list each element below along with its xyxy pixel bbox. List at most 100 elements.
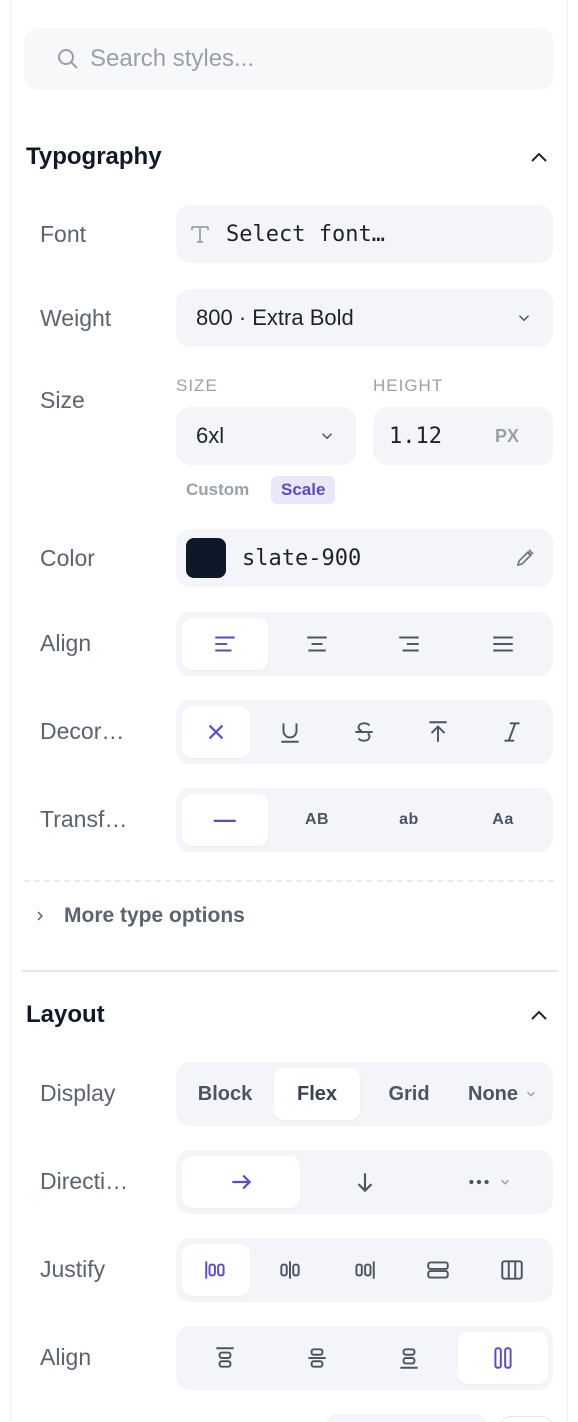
size-mode-scale[interactable]: Scale bbox=[271, 476, 336, 504]
lowercase-button[interactable]: ab bbox=[366, 794, 452, 846]
align-items-end-icon bbox=[400, 1348, 418, 1369]
align-items-start-button[interactable] bbox=[182, 1332, 268, 1384]
display-label: Display bbox=[40, 1080, 116, 1106]
search-field[interactable]: Search styles... bbox=[24, 28, 554, 90]
justify-around-button[interactable] bbox=[478, 1244, 546, 1296]
align-left-button[interactable] bbox=[182, 618, 268, 670]
align-right-button[interactable] bbox=[366, 618, 452, 670]
align-justify-icon bbox=[493, 636, 513, 652]
chevron-down-icon bbox=[500, 1179, 510, 1185]
arrow-down-icon bbox=[357, 1173, 373, 1193]
font-label: Font bbox=[40, 221, 87, 247]
justify-start-icon bbox=[205, 1261, 225, 1279]
justify-group bbox=[176, 1238, 553, 1302]
more-icon bbox=[469, 1179, 489, 1185]
height-sublabel: HEIGHT bbox=[373, 376, 444, 395]
chevron-up-icon[interactable] bbox=[527, 1004, 551, 1028]
strikethrough-button[interactable] bbox=[330, 706, 398, 758]
display-flex-button[interactable]: Flex bbox=[274, 1068, 360, 1120]
layout-title: Layout bbox=[26, 1001, 105, 1028]
align-items-stretch-button[interactable] bbox=[458, 1332, 548, 1384]
text-align-group bbox=[176, 612, 553, 676]
decoration-none-button[interactable] bbox=[182, 706, 250, 758]
overline-button[interactable] bbox=[404, 706, 472, 758]
font-select[interactable]: Select font… bbox=[176, 205, 553, 263]
size-select[interactable]: 6xl bbox=[176, 407, 356, 465]
align-items-end-button[interactable] bbox=[366, 1332, 452, 1384]
search-icon bbox=[58, 49, 78, 69]
section-divider bbox=[22, 970, 558, 972]
direction-group bbox=[176, 1150, 553, 1214]
transform-none-icon: — bbox=[213, 807, 237, 832]
align-items-label: Align bbox=[40, 1344, 92, 1370]
next-field-partial[interactable] bbox=[326, 1414, 486, 1422]
justify-around-icon bbox=[501, 1260, 523, 1280]
align-items-start-icon bbox=[216, 1347, 234, 1368]
next-control-partial[interactable] bbox=[500, 1416, 552, 1422]
font-value: Select font… bbox=[226, 221, 385, 247]
chevron-up-icon[interactable] bbox=[527, 146, 551, 170]
text-align-label: Align bbox=[40, 630, 92, 656]
close-icon bbox=[208, 724, 224, 740]
align-items-center-icon bbox=[308, 1348, 326, 1368]
align-items-stretch-icon bbox=[494, 1347, 512, 1369]
transform-none-button[interactable]: — bbox=[182, 794, 268, 846]
weight-select[interactable]: 800 · Extra Bold bbox=[176, 289, 553, 347]
display-none-dropdown[interactable]: None bbox=[458, 1068, 548, 1120]
uppercase-button[interactable]: AB bbox=[274, 794, 360, 846]
justify-center-button[interactable] bbox=[256, 1244, 324, 1296]
uppercase-icon: AB bbox=[304, 811, 330, 828]
text-type-icon bbox=[191, 226, 209, 243]
color-label: Color bbox=[40, 545, 95, 571]
justify-center-icon bbox=[280, 1261, 300, 1279]
align-justify-button[interactable] bbox=[458, 618, 548, 670]
more-type-options-toggle[interactable]: More type options bbox=[32, 904, 245, 928]
align-center-button[interactable] bbox=[274, 618, 360, 670]
align-left-icon bbox=[215, 636, 235, 652]
justify-between-icon bbox=[427, 1261, 449, 1279]
decoration-label: Decor… bbox=[40, 718, 125, 744]
justify-between-button[interactable] bbox=[404, 1244, 472, 1296]
size-value: 6xl bbox=[196, 423, 225, 448]
transform-group: — AB ab Aa bbox=[176, 788, 553, 852]
direction-row-button[interactable] bbox=[182, 1156, 300, 1208]
direction-more-dropdown[interactable] bbox=[430, 1156, 548, 1208]
display-group: Block Flex Grid None bbox=[176, 1062, 553, 1126]
capitalize-icon: Aa bbox=[492, 811, 514, 828]
display-grid-button[interactable]: Grid bbox=[366, 1068, 452, 1120]
color-field[interactable]: slate-900 bbox=[176, 529, 553, 587]
height-value: 1.12 bbox=[389, 423, 442, 449]
height-input[interactable]: 1.12 PX bbox=[373, 407, 553, 465]
transform-label: Transf… bbox=[40, 806, 128, 832]
color-swatch[interactable] bbox=[186, 538, 226, 578]
lowercase-icon: ab bbox=[399, 811, 419, 828]
size-mode-custom[interactable]: Custom bbox=[176, 476, 259, 504]
justify-end-icon bbox=[355, 1261, 375, 1279]
direction-column-button[interactable] bbox=[306, 1156, 424, 1208]
italic-icon bbox=[504, 722, 520, 742]
justify-end-button[interactable] bbox=[330, 1244, 398, 1296]
justify-label: Justify bbox=[40, 1256, 106, 1282]
height-unit: PX bbox=[494, 425, 519, 446]
search-placeholder: Search styles... bbox=[90, 45, 255, 72]
justify-start-button[interactable] bbox=[182, 1244, 250, 1296]
underline-icon bbox=[281, 723, 299, 743]
align-center-icon bbox=[307, 636, 327, 652]
more-type-options-label: More type options bbox=[64, 904, 245, 927]
display-none-label: None bbox=[468, 1082, 518, 1105]
decoration-group bbox=[176, 700, 553, 764]
display-block-button[interactable]: Block bbox=[182, 1068, 268, 1120]
display-grid-label: Grid bbox=[388, 1082, 430, 1105]
weight-label: Weight bbox=[40, 305, 112, 331]
align-items-center-button[interactable] bbox=[274, 1332, 360, 1384]
chevron-down-icon bbox=[518, 315, 530, 322]
typography-title: Typography bbox=[26, 143, 162, 170]
align-right-icon bbox=[399, 636, 419, 652]
chevron-down-icon bbox=[526, 1091, 536, 1097]
underline-button[interactable] bbox=[256, 706, 324, 758]
capitalize-button[interactable]: Aa bbox=[458, 794, 548, 846]
eyedropper-icon[interactable] bbox=[513, 546, 537, 570]
italic-button[interactable] bbox=[478, 706, 546, 758]
direction-label: Directi… bbox=[40, 1168, 129, 1194]
weight-value: 800 · Extra Bold bbox=[196, 305, 354, 330]
